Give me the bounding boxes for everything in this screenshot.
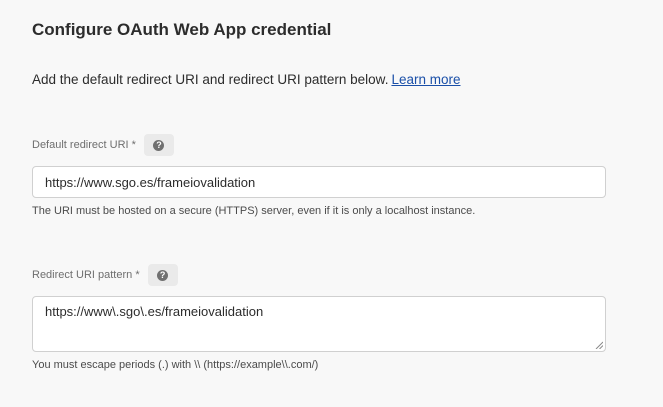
redirect-pattern-label-row: Redirect URI pattern * ? [32,264,178,286]
intro-description: Add the default redirect URI and redirec… [32,72,389,87]
default-redirect-label-row: Default redirect URI * ? [32,134,174,156]
redirect-pattern-label: Redirect URI pattern * [32,269,140,281]
redirect-pattern-hint: You must escape periods (.) with \\ (htt… [32,359,319,371]
default-redirect-input[interactable]: https://www.sgo.es/frameiovalidation [32,166,606,198]
redirect-pattern-textarea[interactable]: https://www\.sgo\.es/frameiovalidation [32,296,606,352]
default-redirect-hint: The URI must be hosted on a secure (HTTP… [32,205,476,217]
learn-more-link[interactable]: Learn more [391,72,460,87]
intro-text: Add the default redirect URI and redirec… [32,72,461,87]
question-circle-icon: ? [157,269,169,281]
resize-grip-icon[interactable] [595,341,603,349]
default-redirect-value: https://www.sgo.es/frameiovalidation [45,175,256,190]
question-circle-icon: ? [153,139,165,151]
default-redirect-label: Default redirect URI * [32,139,136,151]
default-redirect-help-button[interactable]: ? [143,134,174,156]
page-title: Configure OAuth Web App credential [32,20,332,39]
redirect-pattern-value: https://www\.sgo\.es/frameiovalidation [45,304,264,319]
redirect-pattern-help-button[interactable]: ? [147,264,178,286]
